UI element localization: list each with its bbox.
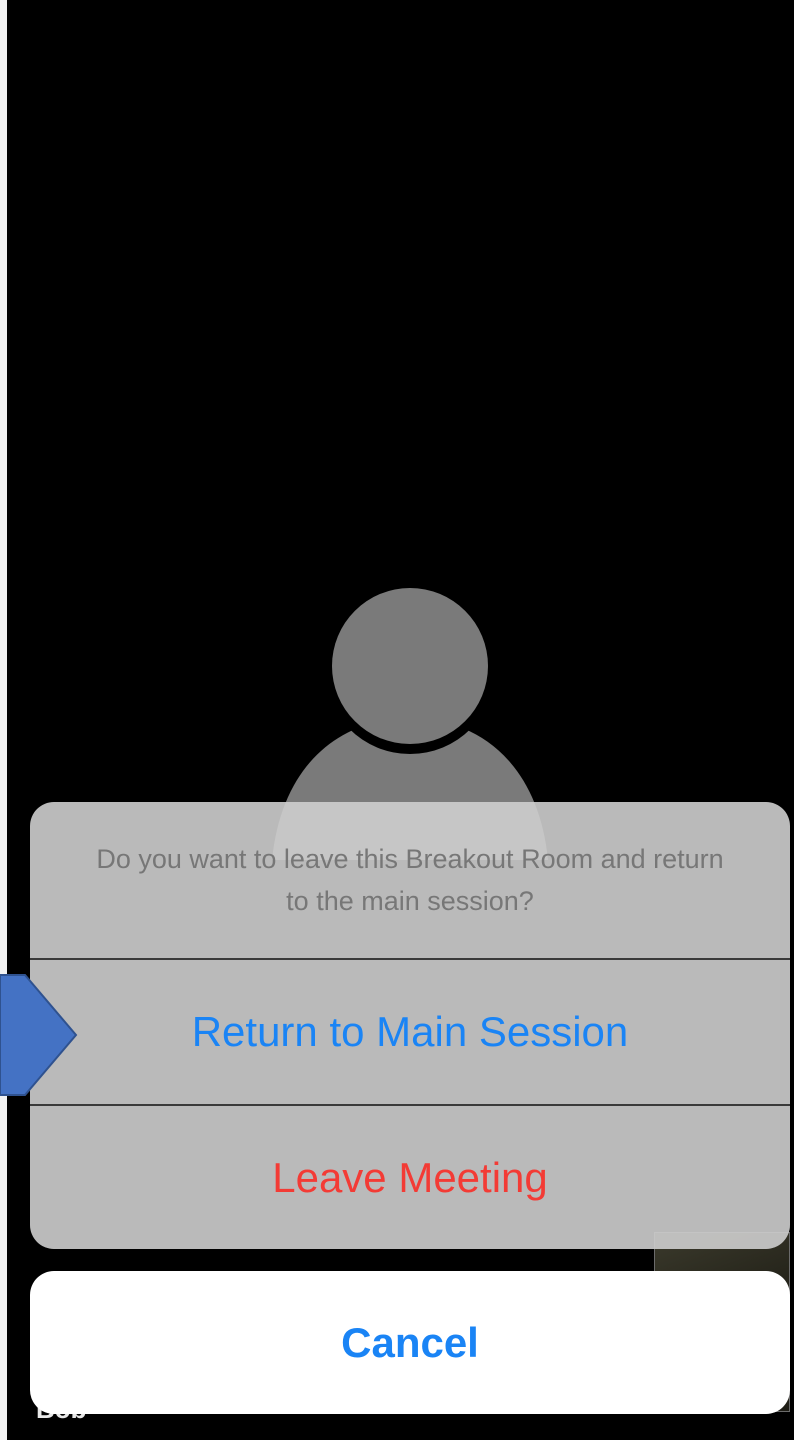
leave-meeting-button[interactable]: Leave Meeting [30,1106,790,1249]
leave-breakout-action-sheet: Do you want to leave this Breakout Room … [30,802,790,1249]
cancel-button-label: Cancel [341,1318,479,1366]
action-sheet-message: Do you want to leave this Breakout Room … [30,802,790,958]
meeting-screen: Bob Do you want to leave this Breakout R… [0,0,794,1440]
arrow-right-icon [0,974,78,1096]
cancel-button[interactable]: Cancel [30,1271,790,1414]
action-sheet-message-text: Do you want to leave this Breakout Room … [96,844,724,916]
return-to-main-session-button[interactable]: Return to Main Session [30,960,790,1104]
